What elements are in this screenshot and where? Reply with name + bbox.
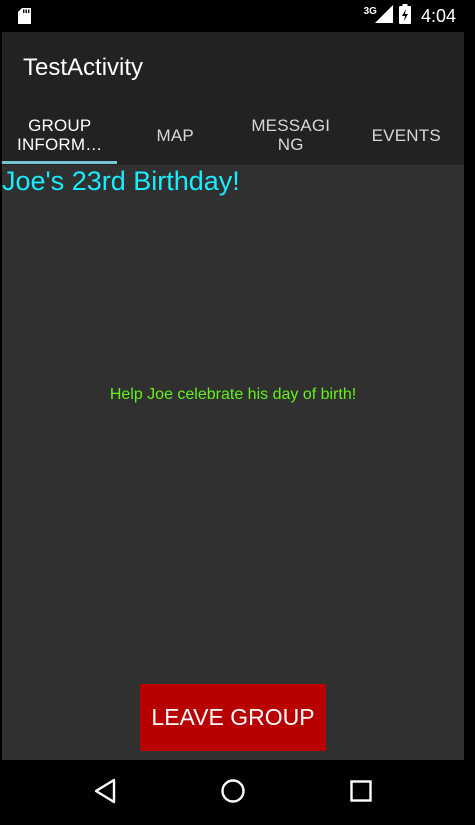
tab-events[interactable]: EVENTS [349, 105, 465, 165]
status-clock: 4:04 [420, 5, 456, 26]
status-bar: 3G 4:04 [2, 0, 464, 32]
tab-label: GROUP INFORM… [17, 116, 103, 154]
leave-group-button[interactable]: LEAVE GROUP [140, 684, 326, 751]
device-frame: 3G 4:04 TestActivity GROUP INFORM… MAP M… [0, 0, 475, 825]
group-title: Joe's 23rd Birthday! [2, 166, 240, 196]
tab-bar: GROUP INFORM… MAP MESSAGI NG EVENTS [2, 105, 464, 165]
group-description: Help Joe celebrate his day of birth! [109, 386, 357, 403]
tab-group-information[interactable]: GROUP INFORM… [2, 105, 118, 165]
home-icon [220, 778, 246, 809]
recents-button[interactable] [344, 776, 378, 810]
home-button[interactable] [216, 776, 250, 810]
action-bar: TestActivity [2, 32, 464, 105]
navigation-bar [2, 760, 464, 825]
recents-icon [350, 779, 372, 807]
tab-label: MESSAGI NG [251, 116, 331, 154]
screen-edge [464, 0, 475, 825]
tab-messaging[interactable]: MESSAGI NG [233, 105, 349, 165]
screen: 3G 4:04 TestActivity GROUP INFORM… MAP M… [2, 0, 464, 825]
network-type-label: 3G [363, 5, 377, 17]
tab-label: EVENTS [371, 125, 441, 145]
tab-label: MAP [156, 125, 194, 145]
tab-selected-indicator [2, 161, 117, 164]
back-icon [93, 778, 117, 809]
back-button[interactable] [88, 776, 122, 810]
sd-card-icon [18, 8, 31, 29]
status-icons: 3G 4:04 [364, 0, 456, 32]
signal-icon [374, 4, 393, 28]
tab-map[interactable]: MAP [118, 105, 234, 165]
app-title: TestActivity [23, 54, 144, 81]
battery-charging-icon [398, 3, 411, 29]
